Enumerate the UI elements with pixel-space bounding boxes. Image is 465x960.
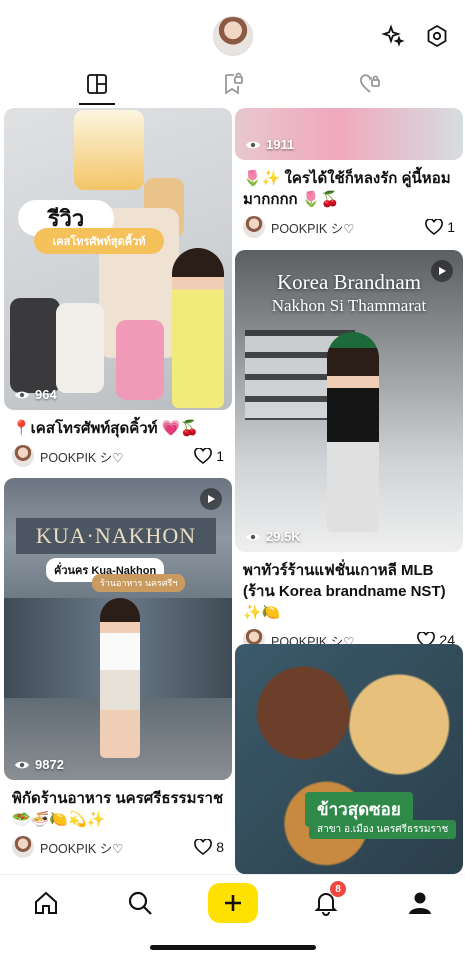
notification-badge: 8 [330,881,346,897]
create-post-button[interactable] [208,883,258,923]
heart-icon [194,448,213,464]
post-caption: พิกัดร้านอาหาร นครศรีธรรมราช 🥗🍜🍋💫✨ [12,790,224,828]
heart-icon [194,839,213,855]
author-name[interactable]: POOKPIK シ♡ [40,838,194,857]
like-button[interactable]: 1 [425,219,455,235]
like-count: 1 [216,448,224,464]
post-caption: พาทัวร์ร้านแฟชั่นเกาหลี MLB (ร้าน Korea … [243,562,446,621]
post-card-korea-brandname[interactable]: Korea Brandnam Nakhon Si Thammarat 29.5K… [235,250,463,651]
grid-icon [87,74,107,94]
eye-icon [246,141,260,148]
post-grid: รีวิว เคสโทรศัพท์สุดคิ้วท์ 964 📍เคสโทรศั… [0,106,465,874]
post-thumbnail[interactable]: ข้าวสุดซอย สาขา อ.เมือง นครศรีธรรมราช [235,644,463,874]
post-meta: POOKPIK シ♡ 1 [4,445,232,467]
phone-case [10,298,60,393]
view-count: 964 [14,387,57,402]
tab-saved[interactable] [213,68,253,100]
profile-icon [409,892,431,914]
heart-lock-icon [360,74,380,93]
phone-case [56,303,104,393]
post-card-review[interactable]: รีวิว เคสโทรศัพท์สุดคิ้วท์ 964 📍เคสโทรศั… [4,108,232,467]
profile-tabs [0,68,465,105]
sparkle-icon[interactable] [379,22,407,50]
like-count: 8 [216,839,224,855]
settings-icon[interactable] [423,22,451,50]
video-indicator [200,488,222,510]
play-icon [208,495,215,503]
view-count: 29.5K [245,529,301,544]
view-count-value: 1911 [266,137,295,152]
post-meta: POOKPIK シ♡ 1 [235,216,463,238]
active-tab-indicator [79,103,115,105]
post-thumbnail[interactable]: 1911 [235,108,463,160]
author-name[interactable]: POOKPIK シ♡ [40,447,194,466]
view-count-value: 29.5K [266,529,301,544]
author-avatar[interactable] [243,216,265,238]
post-card-fragrance[interactable]: 1911 🌷✨ ใครได้ใช้ก็หลงรัก คู่นี้หอมมากกก… [235,108,463,238]
nav-profile[interactable] [402,885,438,921]
eye-icon [246,533,260,540]
nav-search[interactable] [122,885,158,921]
eye-icon [15,761,29,768]
phone-case [116,320,164,400]
like-button[interactable]: 8 [194,839,224,855]
profile-avatar[interactable] [213,16,253,56]
view-count-value: 9872 [35,757,64,772]
post-meta: POOKPIK シ♡ 8 [4,836,232,858]
home-icon [35,891,57,914]
author-name[interactable]: POOKPIK シ♡ [271,218,425,237]
post-thumbnail[interactable]: รีวิว เคสโทรศัพท์สุดคิ้วท์ 964 [4,108,232,410]
app-root: รีวิว เคสโทรศัพท์สุดคิ้วท์ 964 📍เคสโทรศั… [0,0,465,960]
view-count: 9872 [14,757,64,772]
post-thumbnail[interactable]: KUA·NAKHON คั่วนคร Kua-Nakhon ร้านอาหาร … [4,478,232,780]
person-figure [327,332,379,532]
post-caption: 📍เคสโทรศัพท์สุดคิ้วท์ 💗🍒 [12,420,200,437]
eye-icon [15,391,29,398]
bookmark-lock-icon [225,72,243,95]
nav-home[interactable] [28,885,64,921]
post-thumbnail[interactable]: Korea Brandnam Nakhon Si Thammarat 29.5K [235,250,463,552]
drink-cup [74,110,144,190]
post-caption: 🌷✨ ใครได้ใช้ก็หลงรัก คู่นี้หอมมากกกก 🌷🍒 [243,170,451,208]
tab-liked[interactable] [350,68,390,100]
overlay-title: Korea Brandnam [276,270,422,294]
store-tag-sub: ร้านอาหาร นครศรีฯ [92,574,186,592]
author-avatar[interactable] [12,836,34,858]
play-icon [439,267,446,275]
video-indicator [431,260,453,282]
person-figure [172,248,224,408]
like-button[interactable]: 1 [194,448,224,464]
view-count: 1911 [245,137,294,152]
person-figure [100,598,140,758]
review-overlay-subtitle: เคสโทรศัพท์สุดคิ้วท์ [34,228,164,254]
profile-header [0,0,465,105]
storefront-sign: KUA·NAKHON [16,518,216,554]
search-icon [128,891,152,915]
like-count: 1 [447,219,455,235]
author-avatar[interactable] [12,445,34,467]
heart-icon [425,219,444,235]
plus-icon [225,895,241,911]
post-card-food[interactable]: ข้าวสุดซอย สาขา อ.เมือง นครศรีธรรมราช [235,644,463,874]
home-indicator [150,945,316,950]
overlay-subtitle: Nakhon Si Thammarat [271,296,427,315]
overlay-subtitle: สาขา อ.เมือง นครศรีธรรมราช [309,820,457,839]
view-count-value: 964 [35,387,57,402]
post-card-kua-nakhon[interactable]: KUA·NAKHON คั่วนคร Kua-Nakhon ร้านอาหาร … [4,478,232,858]
tab-grid[interactable] [77,68,117,100]
